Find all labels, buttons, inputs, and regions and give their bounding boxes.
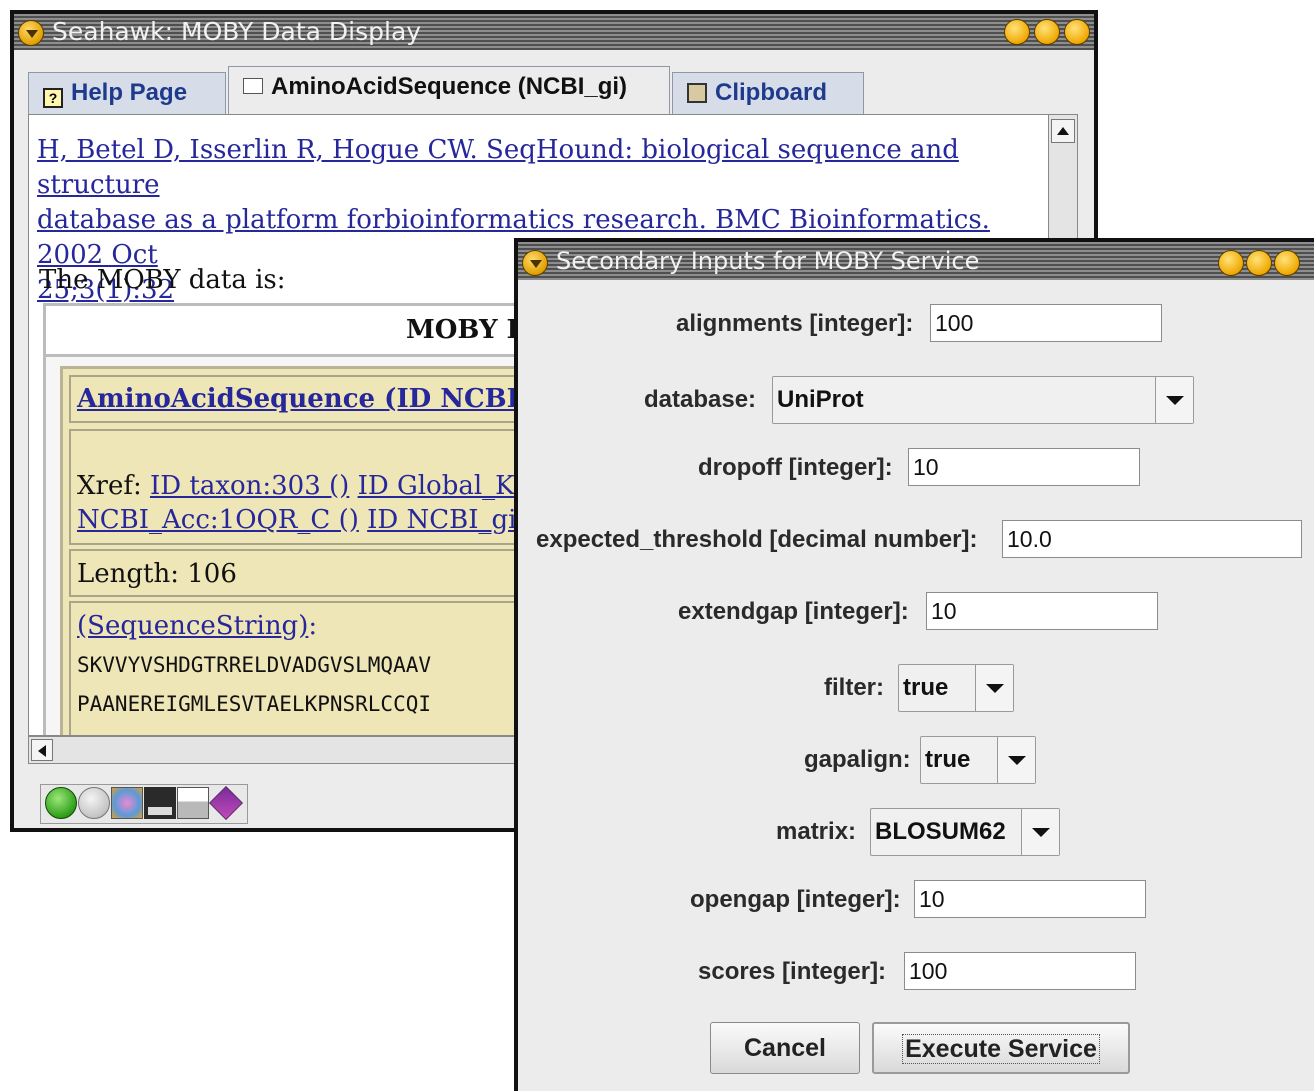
xref-link-ncbi-acc[interactable]: NCBI_Acc:1OQR_C ()	[77, 505, 359, 535]
opengap-row: opengap [integer]: 10	[518, 880, 1314, 920]
extendgap-field[interactable]: 10	[926, 592, 1158, 630]
dialog-maximize-icon[interactable]	[1246, 250, 1272, 276]
forward-icon[interactable]	[78, 787, 110, 819]
filter-value: true	[903, 674, 949, 701]
xref-link-taxon[interactable]: ID taxon:303 ()	[150, 471, 349, 501]
execute-service-button[interactable]: Execute Service	[872, 1022, 1130, 1074]
gapalign-row: gapalign: true	[518, 736, 1314, 784]
database-select[interactable]: UniProt	[772, 376, 1194, 424]
save-icon[interactable]	[144, 787, 176, 819]
extendgap-row: extendgap [integer]: 10	[518, 592, 1314, 632]
chevron-down-icon[interactable]	[997, 737, 1035, 783]
tab-clipboard[interactable]: Clipboard	[672, 72, 864, 114]
main-window-title: Seahawk: MOBY Data Display	[52, 17, 422, 46]
navigation-toolbar	[40, 784, 248, 824]
alignments-field[interactable]: 100	[930, 304, 1162, 342]
dropoff-label: dropoff [integer]:	[698, 454, 893, 481]
window-menu-icon[interactable]	[18, 20, 44, 46]
dialog-menu-icon[interactable]	[522, 250, 548, 276]
dialog-minimize-icon[interactable]	[1218, 250, 1244, 276]
sequence-string-link[interactable]: (SequenceString)	[77, 611, 308, 641]
matrix-label: matrix:	[776, 818, 857, 845]
execute-service-label: Execute Service	[902, 1034, 1100, 1064]
chevron-down-icon[interactable]	[975, 665, 1013, 711]
matrix-value: BLOSUM62	[875, 818, 1006, 845]
table-header-text: MOBY D	[406, 315, 530, 345]
opengap-label: opengap [integer]:	[690, 886, 901, 913]
back-icon[interactable]	[45, 787, 77, 819]
extendgap-label: extendgap [integer]:	[678, 598, 909, 625]
scores-row: scores [integer]: 100	[518, 952, 1314, 992]
secondary-inputs-dialog: Secondary Inputs for MOBY Service alignm…	[514, 238, 1314, 1091]
main-title-bar[interactable]: Seahawk: MOBY Data Display	[14, 14, 1094, 50]
expected-threshold-row: expected_threshold [decimal number]: 10.…	[518, 520, 1314, 560]
sequence-line-2: PAANEREIGMLESVTAELKPNSRLCCQI	[77, 692, 432, 716]
gapalign-label: gapalign:	[804, 746, 911, 773]
alignments-row: alignments [integer]: 100	[518, 304, 1314, 344]
tab-help-page-label: Help Page	[71, 79, 188, 106]
sequence-line-1: SKVVYVSHDGTRRELDVADGVSLMQAAV	[77, 653, 432, 677]
minimize-icon[interactable]	[1004, 19, 1030, 45]
clipboard-icon	[687, 83, 707, 103]
dialog-title-bar[interactable]: Secondary Inputs for MOBY Service	[518, 242, 1314, 280]
gapalign-value: true	[925, 746, 971, 773]
book-icon[interactable]	[209, 786, 243, 820]
matrix-select[interactable]: BLOSUM62	[870, 808, 1060, 856]
scores-field[interactable]: 100	[904, 952, 1136, 990]
opengap-field[interactable]: 10	[914, 880, 1146, 918]
dropoff-row: dropoff [integer]: 10	[518, 448, 1314, 488]
filter-label: filter:	[824, 674, 884, 701]
sequence-colon: :	[308, 611, 318, 641]
dialog-close-icon[interactable]	[1274, 250, 1300, 276]
print-icon[interactable]	[177, 787, 209, 819]
reference-link-line1[interactable]: H, Betel D, Isserlin R, Hogue CW. SeqHou…	[37, 135, 959, 200]
alignments-label: alignments [integer]:	[676, 310, 914, 337]
chevron-down-icon[interactable]	[1155, 377, 1193, 423]
gapalign-select[interactable]: true	[920, 736, 1036, 784]
amino-acid-sequence-link[interactable]: AminoAcidSequence (ID NCBI_gi:3	[77, 384, 588, 414]
scores-label: scores [integer]:	[698, 958, 887, 985]
close-icon[interactable]	[1064, 19, 1090, 45]
dialog-title: Secondary Inputs for MOBY Service	[556, 247, 980, 275]
home-icon[interactable]	[111, 787, 143, 819]
tab-amino-acid-sequence-label: AminoAcidSequence (NCBI_gi)	[271, 73, 628, 100]
database-value: UniProt	[777, 386, 864, 413]
expected-threshold-label: expected_threshold [decimal number]:	[536, 526, 978, 553]
document-icon	[243, 78, 263, 94]
tab-help-page[interactable]: ? Help Page	[28, 72, 226, 114]
filter-row: filter: true	[518, 664, 1314, 712]
xref-label: Xref:	[77, 471, 142, 501]
length-text: Length: 106	[77, 559, 237, 589]
chevron-down-icon[interactable]	[1021, 809, 1059, 855]
help-icon: ?	[43, 88, 63, 108]
database-label: database:	[644, 386, 757, 413]
cancel-button[interactable]: Cancel	[710, 1022, 860, 1074]
database-row: database: UniProt	[518, 376, 1314, 424]
moby-data-label: The MOBY data is:	[39, 265, 286, 295]
expected-threshold-field[interactable]: 10.0	[1002, 520, 1302, 558]
matrix-row: matrix: BLOSUM62	[518, 808, 1314, 856]
scroll-left-icon[interactable]	[31, 739, 53, 761]
tab-amino-acid-sequence[interactable]: AminoAcidSequence (NCBI_gi)	[228, 66, 670, 116]
dropoff-field[interactable]: 10	[908, 448, 1140, 486]
filter-select[interactable]: true	[898, 664, 1014, 712]
maximize-icon[interactable]	[1034, 19, 1060, 45]
scroll-up-icon[interactable]	[1051, 119, 1075, 143]
tab-clipboard-label: Clipboard	[715, 79, 827, 106]
